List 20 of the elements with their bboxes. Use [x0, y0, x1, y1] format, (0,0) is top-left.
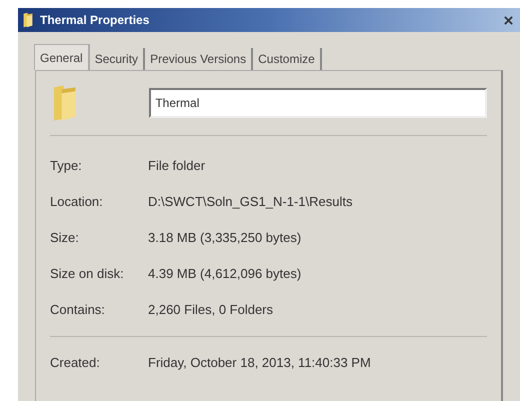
property-label: Type: — [50, 157, 83, 176]
tab[interactable]: Previous Versions — [145, 48, 254, 70]
property-label: Created: — [50, 354, 101, 372]
property-value: File folder — [148, 157, 206, 176]
property-value: D:\SWCT\Soln_GS1_N-1-1\Results — [148, 193, 352, 212]
name-field[interactable]: Thermal — [149, 88, 487, 118]
window-title: Thermal Properties — [40, 12, 150, 29]
property-value: 4.39 MB (4,612,096 bytes) — [148, 265, 302, 284]
tab[interactable]: General — [34, 44, 90, 70]
property-label: Location: — [50, 193, 104, 212]
tab[interactable]: Security — [90, 48, 146, 70]
property-label: Size on disk: — [50, 265, 125, 284]
close-icon — [504, 16, 512, 24]
tab[interactable]: Customize — [253, 48, 322, 70]
property-value: Friday, October 18, 2013, 11:40:33 PM — [148, 354, 371, 372]
property-label: Contains: — [50, 301, 106, 320]
property-label: Size: — [50, 229, 80, 248]
folder-icon — [22, 12, 34, 28]
property-value: 3.18 MB (3,335,250 bytes) — [148, 229, 302, 248]
property-value: 2,260 Files, 0 Folders — [148, 301, 274, 320]
